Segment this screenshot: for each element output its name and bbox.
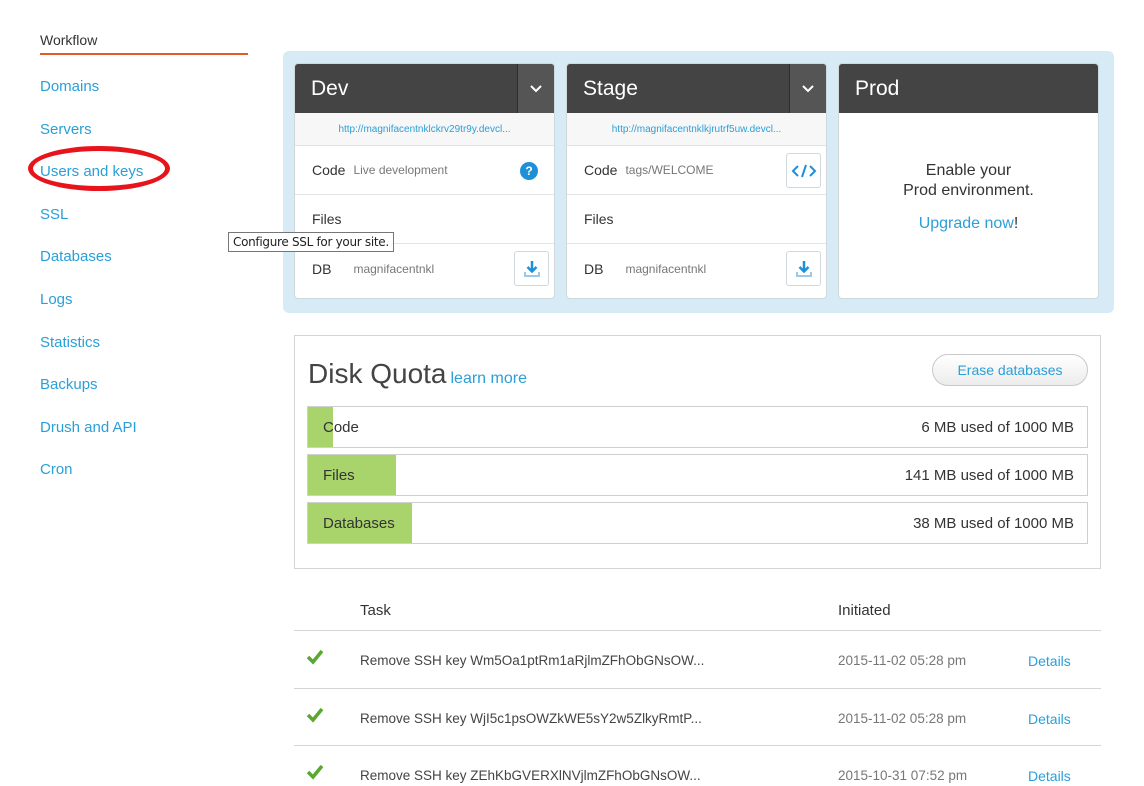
quota-bar-files: Files 141 MB used of 1000 MB: [307, 454, 1088, 496]
upgrade-suffix: !: [1013, 215, 1019, 232]
task-table: Task Initiated Remove SSH key Wm5Oa1ptRm…: [294, 596, 1101, 786]
env-header-stage: Stage: [567, 64, 826, 113]
code-value: tags/WELCOME: [625, 163, 714, 177]
checkmark-icon: [306, 764, 324, 780]
env-files-row-stage: Files: [567, 195, 826, 244]
task-name: Remove SSH key WjI5c1psOWZkWE5sY2w5ZlkyR…: [360, 710, 702, 726]
question-icon[interactable]: ?: [520, 162, 538, 180]
env-card-dev: Dev http://magnifacentnklckrv29tr9y.devc…: [294, 63, 555, 299]
quota-label-files: Files: [323, 467, 355, 484]
quota-used-databases: 38 MB used of 1000 MB: [913, 515, 1074, 532]
sidebar-item-domains[interactable]: Domains: [40, 77, 248, 120]
task-date: 2015-10-31 07:52 pm: [838, 768, 968, 783]
task-row: Remove SSH key Wm5Oa1ptRm1aRjlmZFhObGNsO…: [294, 631, 1101, 689]
task-name: Remove SSH key ZEhKbGVERXlNVjlmZFhObGNsO…: [360, 768, 701, 783]
quota-bar-code: Code 6 MB used of 1000 MB: [307, 406, 1088, 448]
task-details-link[interactable]: Details: [1028, 711, 1071, 727]
env-db-row-stage: DB magnifacentnkl: [567, 244, 826, 293]
quota-title-text: Disk Quota: [308, 358, 447, 389]
quota-label-databases: Databases: [323, 515, 395, 532]
prod-message-line2: Prod environment.: [903, 182, 1034, 199]
sidebar-item-statistics[interactable]: Statistics: [40, 333, 248, 376]
task-table-header: Task Initiated: [294, 596, 1101, 631]
environments-panel: Dev http://magnifacentnklckrv29tr9y.devc…: [283, 51, 1114, 313]
download-icon: [523, 260, 540, 277]
prod-upgrade-message: Enable your Prod environment. Upgrade no…: [839, 113, 1098, 233]
download-db-button-dev[interactable]: [514, 251, 549, 286]
env-code-row-stage: Code tags/WELCOME: [567, 146, 826, 195]
disk-quota-panel: Disk Quota learn more Erase databases Cod…: [294, 335, 1101, 569]
quota-bar-databases: Databases 38 MB used of 1000 MB: [307, 502, 1088, 544]
task-date: 2015-11-02 05:28 pm: [838, 653, 967, 668]
env-url-dev[interactable]: http://magnifacentnklckrv29tr9y.devcl...: [295, 113, 554, 146]
code-label: Code: [584, 162, 618, 178]
learn-more-link[interactable]: learn more: [451, 370, 527, 387]
env-title-dev: Dev: [311, 77, 349, 100]
env-title-stage: Stage: [583, 77, 638, 100]
env-menu-button-dev[interactable]: [517, 64, 554, 113]
sidebar-item-databases[interactable]: Databases: [40, 247, 248, 290]
task-details-link[interactable]: Details: [1028, 768, 1071, 784]
env-menu-button-stage[interactable]: [789, 64, 826, 113]
sidebar-list: Domains Servers Users and keys SSL Datab…: [40, 77, 248, 503]
env-header-dev: Dev: [295, 64, 554, 113]
download-icon: [795, 260, 812, 277]
env-header-prod: Prod: [839, 64, 1098, 113]
switch-code-button-stage[interactable]: [786, 153, 821, 188]
chevron-down-icon: [802, 84, 814, 92]
task-row: Remove SSH key WjI5c1psOWZkWE5sY2w5ZlkyR…: [294, 689, 1101, 746]
files-label: Files: [584, 211, 614, 227]
code-icon: [791, 164, 816, 177]
db-value: magnifacentnkl: [353, 261, 435, 276]
quota-used-files: 141 MB used of 1000 MB: [904, 467, 1074, 484]
task-details-link[interactable]: Details: [1028, 653, 1071, 669]
env-card-prod: Prod Enable your Prod environment. Upgra…: [838, 63, 1099, 299]
download-db-button-stage[interactable]: [786, 251, 821, 286]
db-label: DB: [584, 260, 604, 277]
db-value: magnifacentnkl: [625, 261, 707, 276]
env-url-stage[interactable]: http://magnifacentnklkjrutrf5uw.devcl...: [567, 113, 826, 146]
env-code-row-dev: Code Live development ?: [295, 146, 554, 195]
task-row: Remove SSH key ZEhKbGVERXlNVjlmZFhObGNsO…: [294, 746, 1101, 786]
quota-label-code: Code: [323, 419, 359, 436]
sidebar-item-drush-and-api[interactable]: Drush and API: [40, 418, 248, 461]
task-date: 2015-11-02 05:28 pm: [838, 710, 967, 726]
sidebar-item-servers[interactable]: Servers: [40, 120, 248, 163]
checkmark-icon: [306, 707, 324, 723]
sidebar-nav: Workflow Domains Servers Users and keys …: [40, 32, 248, 503]
files-label: Files: [312, 211, 342, 227]
upgrade-now-link[interactable]: Upgrade now: [919, 215, 1014, 233]
sidebar-item-workflow[interactable]: Workflow: [40, 32, 248, 55]
sidebar-item-logs[interactable]: Logs: [40, 290, 248, 333]
ssl-tooltip: Configure SSL for your site.: [228, 232, 394, 252]
sidebar-item-ssl[interactable]: SSL: [40, 205, 248, 248]
prod-message-line1: Enable your: [925, 162, 1012, 179]
code-value: Live development: [353, 163, 448, 177]
header-task: Task: [360, 602, 391, 619]
sidebar-item-users-and-keys[interactable]: Users and keys: [40, 162, 248, 205]
task-name: Remove SSH key Wm5Oa1ptRm1aRjlmZFhObGNsO…: [360, 653, 705, 668]
env-card-stage: Stage http://magnifacentnklkjrutrf5uw.de…: [566, 63, 827, 299]
chevron-down-icon: [530, 84, 542, 92]
sidebar-item-cron[interactable]: Cron: [40, 460, 248, 503]
code-label: Code: [312, 162, 346, 178]
quota-title: Disk Quota learn more: [308, 358, 527, 390]
db-label: DB: [312, 260, 332, 277]
header-initiated: Initiated: [838, 602, 891, 619]
checkmark-icon: [306, 649, 324, 665]
quota-used-code: 6 MB used of 1000 MB: [921, 419, 1074, 436]
sidebar-item-backups[interactable]: Backups: [40, 375, 248, 418]
env-title-prod: Prod: [855, 77, 900, 100]
erase-databases-button[interactable]: Erase databases: [932, 354, 1088, 386]
